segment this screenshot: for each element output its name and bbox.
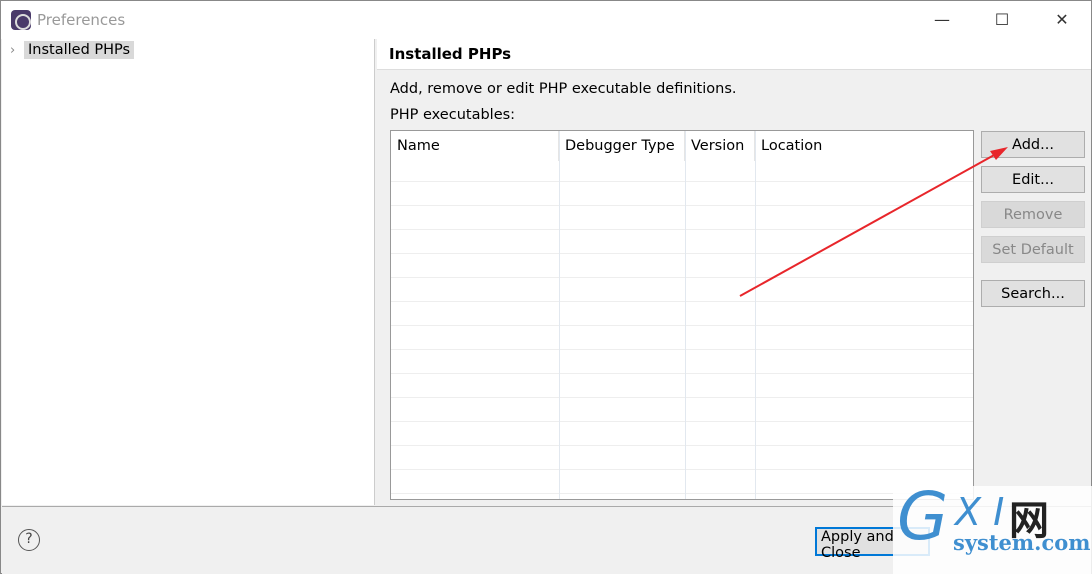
empty-row [391,349,973,350]
title-bar: Preferences — ☐ ✕ [1,1,1091,39]
page-description: Add, remove or edit PHP executable defin… [390,81,737,97]
column-divider [685,131,686,499]
column-header-debugger-type[interactable]: Debugger Type [559,131,685,161]
column-divider [559,131,560,499]
tree-item-label: Installed PHPs [24,41,135,59]
table-header: Name Debugger Type Version Location [391,131,973,161]
help-icon[interactable]: ? [18,529,40,551]
minimize-button[interactable]: — [919,7,965,33]
empty-row [391,445,973,446]
column-header-version[interactable]: Version [685,131,755,161]
column-header-name[interactable]: Name [391,131,559,161]
empty-row [391,253,973,254]
column-header-location[interactable]: Location [755,131,973,161]
maximize-button[interactable]: ☐ [979,7,1025,33]
empty-row [391,397,973,398]
search-button[interactable]: Search... [981,280,1085,307]
remove-button[interactable]: Remove [981,201,1085,228]
chevron-right-icon[interactable]: › [10,43,24,58]
add-button[interactable]: Add... [981,131,1085,158]
close-button[interactable]: ✕ [1039,7,1085,33]
empty-row [391,373,973,374]
edit-button[interactable]: Edit... [981,166,1085,193]
window-title: Preferences [37,11,126,29]
empty-row [391,493,973,494]
column-divider [755,131,756,499]
set-default-button[interactable]: Set Default [981,236,1085,263]
empty-row [391,277,973,278]
watermark-logo: GX I网 system.com [893,478,1092,574]
preference-page: Installed PHPs Add, remove or edit PHP e… [377,39,1091,505]
empty-row [391,469,973,470]
page-title: Installed PHPs [377,39,1091,70]
empty-row [391,325,973,326]
preferences-tree: › Installed PHPs [2,39,375,505]
eclipse-app-icon [11,10,31,30]
php-executables-table[interactable]: Name Debugger Type Version Location [390,130,974,500]
empty-row [391,229,973,230]
tree-item-installed-phps[interactable]: › Installed PHPs [10,39,135,61]
empty-row [391,205,973,206]
table-label: PHP executables: [390,107,516,123]
empty-row [391,301,973,302]
empty-row [391,181,973,182]
empty-row [391,421,973,422]
